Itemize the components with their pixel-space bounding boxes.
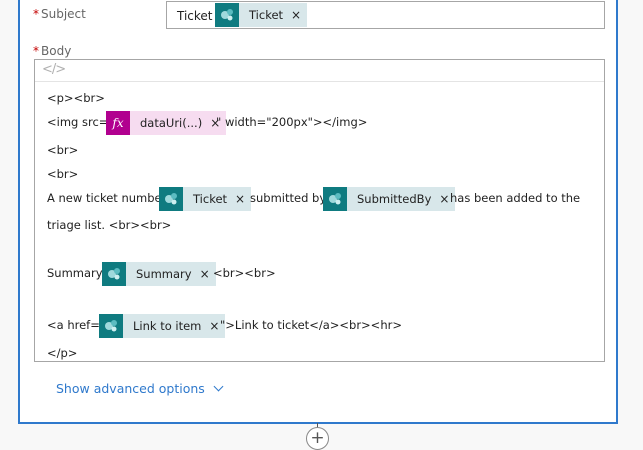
body-line: <br> <box>47 167 79 181</box>
sharepoint-icon <box>99 314 123 338</box>
datauri-token[interactable]: fx dataUri(...) × <box>106 111 227 135</box>
chevron-down-icon <box>213 381 224 392</box>
show-advanced-options-link[interactable]: Show advanced options <box>56 381 224 396</box>
body-line: triage list. <br><br> <box>47 218 172 232</box>
body-line: submitted by <box>250 191 327 205</box>
body-line: </p> <box>47 346 78 360</box>
sharepoint-icon <box>102 262 126 286</box>
body-line: ">Link to ticket</a><br><hr> <box>220 318 402 332</box>
ticket-token[interactable]: Ticket × <box>215 3 308 27</box>
advanced-options-label: Show advanced options <box>56 381 205 396</box>
function-icon: fx <box>106 111 130 135</box>
token-label: Summary <box>136 267 192 281</box>
remove-token-icon[interactable]: × <box>235 192 251 206</box>
link-token[interactable]: Link to item × <box>99 314 226 338</box>
editor-toolbar: </> <box>35 60 604 82</box>
body-line: <img src=" <box>47 115 114 129</box>
sharepoint-icon <box>159 187 183 211</box>
sharepoint-icon <box>215 3 239 27</box>
token-label: dataUri(...) <box>140 116 203 130</box>
token-label: Ticket <box>193 192 228 206</box>
ticket-token[interactable]: Ticket × <box>159 187 252 211</box>
code-view-icon[interactable]: </> <box>42 62 66 77</box>
action-card: * Subject Ticket Ticket × * Body </> <p><b… <box>18 0 618 424</box>
body-line: <br> <box>47 143 79 157</box>
remove-token-icon[interactable]: × <box>291 8 307 22</box>
add-step-button[interactable]: + <box>306 427 329 450</box>
body-editor[interactable]: </> <p><br> <img src=" fx dataUri(...) ×… <box>34 59 605 362</box>
sharepoint-icon <box>323 187 347 211</box>
body-line: <br><br> <box>213 266 276 280</box>
submittedby-token[interactable]: SubmittedBy × <box>323 187 456 211</box>
token-label: Link to item <box>133 319 202 333</box>
body-line: " width="200px"></img> <box>216 115 368 129</box>
body-line: <a href=" <box>47 318 106 332</box>
body-line: Summary: <box>47 266 106 280</box>
summary-token[interactable]: Summary × <box>102 262 216 286</box>
subject-text: Ticket <box>177 9 213 23</box>
token-label: Ticket <box>249 8 284 22</box>
subject-label: * Subject <box>33 7 86 21</box>
token-label: SubmittedBy <box>357 192 432 206</box>
body-label: * Body <box>33 44 72 58</box>
body-line: A new ticket number <box>47 191 167 205</box>
body-line: has been added to the <box>450 191 581 205</box>
body-line: <p><br> <box>47 91 105 105</box>
subject-input[interactable]: Ticket Ticket × <box>166 1 605 29</box>
